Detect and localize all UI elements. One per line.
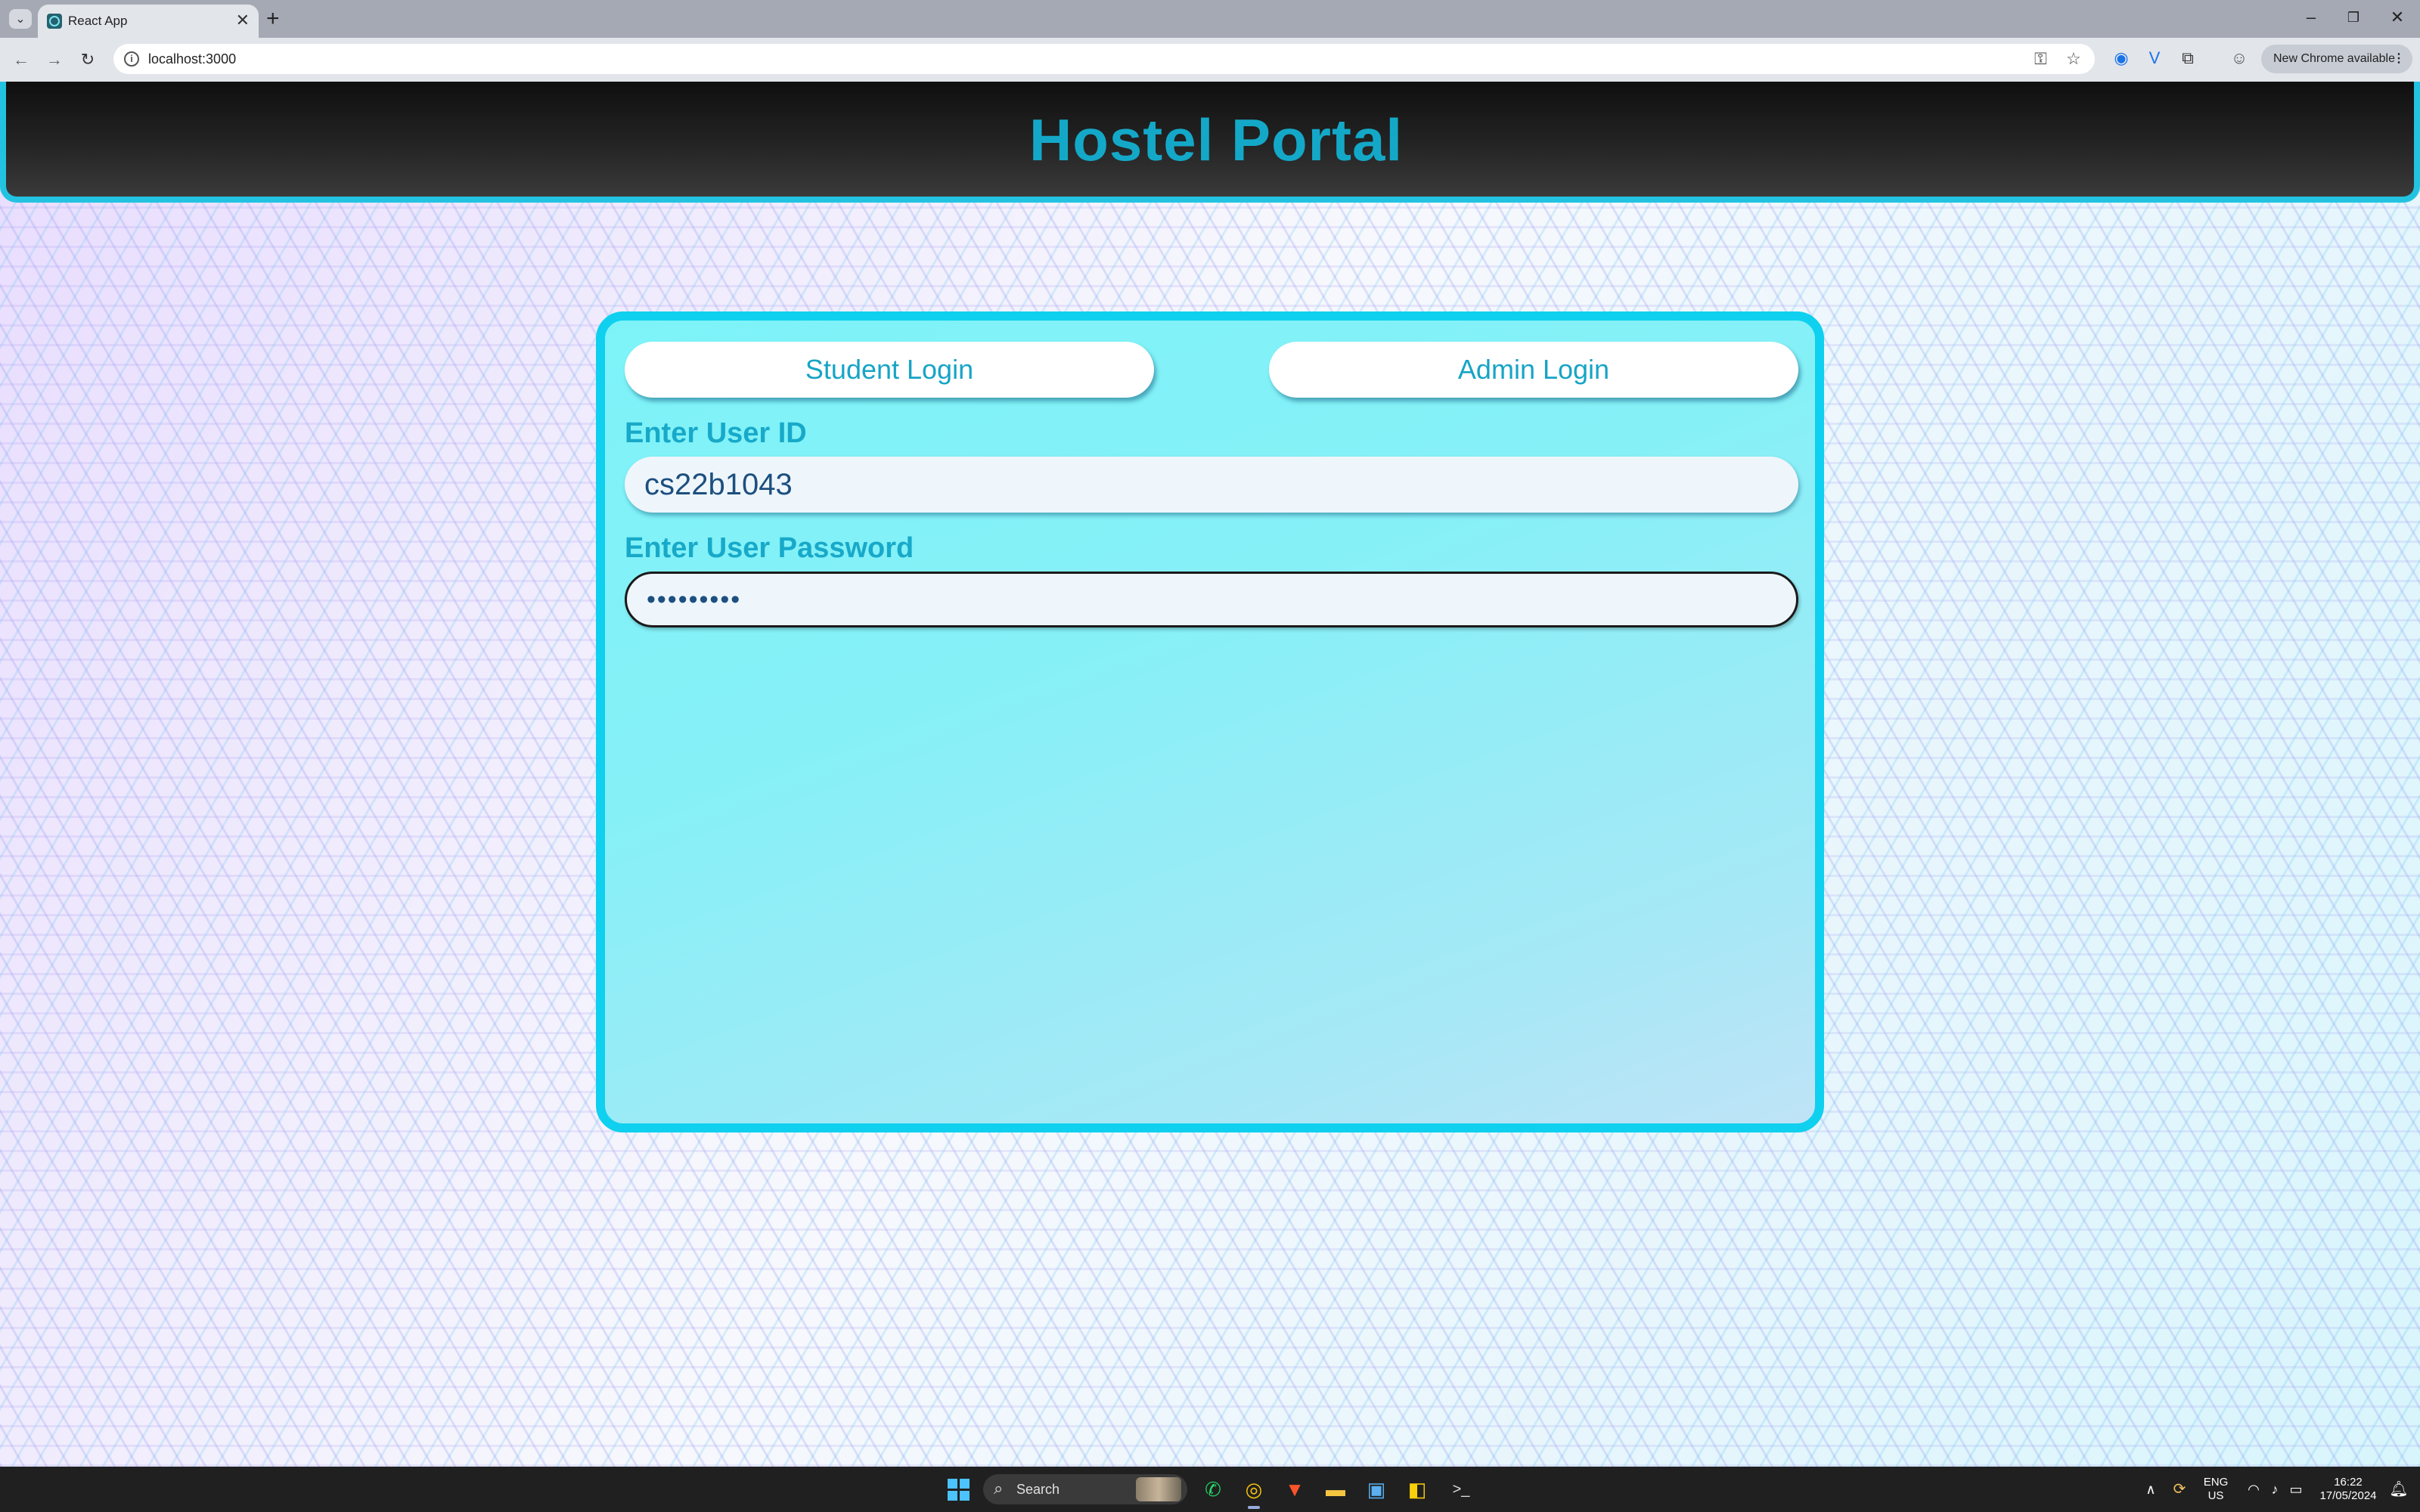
language-code: ENG	[2203, 1476, 2229, 1489]
taskbar-search-label: Search	[1016, 1482, 1060, 1497]
battery-icon[interactable]: ▭	[2281, 1474, 2311, 1504]
taskbar-search[interactable]: ⌕ Search	[983, 1474, 1187, 1504]
password-key-icon[interactable]: ⚿	[2034, 50, 2047, 68]
notifications-bell-icon[interactable]: 🔔︎	[2384, 1474, 2414, 1504]
extensions-puzzle-icon[interactable]: ⧉	[2176, 47, 2199, 70]
chrome-icon[interactable]: ◎	[1239, 1474, 1269, 1504]
tab-title: React App	[68, 14, 128, 28]
region-code: US	[2207, 1489, 2224, 1502]
app-header: Hostel Portal	[0, 82, 2420, 203]
sync-icon[interactable]: ⟳	[2164, 1474, 2195, 1504]
clock-time: 16:22	[2334, 1476, 2363, 1489]
react-favicon-icon	[47, 14, 62, 29]
file-explorer-icon[interactable]: ▬	[1320, 1474, 1351, 1504]
reload-icon[interactable]: ↻	[76, 48, 100, 72]
whatsapp-icon[interactable]: ✆	[1198, 1474, 1228, 1504]
tray-chevron-icon[interactable]: ∧	[2136, 1474, 2166, 1504]
userid-label: Enter User ID	[625, 417, 807, 449]
bookmark-star-icon[interactable]: ☆	[2066, 50, 2081, 68]
search-highlight-icon	[1136, 1477, 1181, 1501]
terminal-icon[interactable]: >_	[1446, 1474, 1476, 1504]
admin-login-button[interactable]: Admin Login	[1269, 342, 1798, 398]
search-icon: ⌕	[994, 1479, 1004, 1498]
site-info-icon[interactable]: i	[124, 51, 139, 67]
password-input[interactable]	[625, 572, 1798, 627]
forward-arrow-icon[interactable]: →	[42, 48, 67, 72]
login-card: Student Login Admin Login Enter User ID …	[596, 311, 1824, 1132]
store-icon[interactable]: ▣	[1361, 1474, 1392, 1504]
minimize-icon[interactable]: –	[2296, 6, 2326, 29]
windows-start-icon[interactable]	[942, 1474, 973, 1504]
tab-close-icon[interactable]: ✕	[236, 11, 250, 29]
address-bar[interactable]: i localhost:3000 ⚿ ☆	[113, 44, 2095, 74]
menu-dots-icon: ⋮	[2393, 52, 2405, 65]
extension-v-icon[interactable]: V	[2143, 47, 2166, 70]
back-arrow-icon[interactable]: ←	[9, 48, 33, 72]
browser-tab[interactable]: React App ✕	[38, 5, 259, 38]
page-viewport: Hostel Portal Student Login Admin Login …	[0, 82, 2420, 1467]
input-language[interactable]: ENG US	[2201, 1476, 2231, 1503]
browser-tabstrip: ⌄ React App ✕ + – ❐ ✕	[0, 0, 2420, 38]
update-label: New Chrome available	[2273, 52, 2395, 65]
clock-date: 17/05/2024	[2319, 1489, 2377, 1502]
chrome-update-button[interactable]: New Chrome available ⋮	[2261, 45, 2412, 73]
sticky-notes-icon[interactable]: ◧	[1402, 1474, 1432, 1504]
userid-input[interactable]	[625, 457, 1798, 513]
window-close-icon[interactable]: ✕	[2382, 6, 2412, 29]
chrome-running-indicator	[1248, 1506, 1260, 1509]
url-text: localhost:3000	[148, 51, 237, 67]
os-taskbar: ⌕ Search ✆ ◎ ▼ ▬ ▣ ◧ >_ ∧ ⟳ ENG US ◠ ♪ ▭…	[0, 1467, 2420, 1512]
restore-icon[interactable]: ❐	[2338, 6, 2369, 29]
page-title: Hostel Portal	[1028, 107, 1404, 173]
password-label: Enter User Password	[625, 532, 914, 564]
brave-icon[interactable]: ▼	[1280, 1474, 1310, 1504]
student-login-button[interactable]: Student Login	[625, 342, 1154, 398]
clock[interactable]: 16:22 17/05/2024	[2314, 1476, 2382, 1503]
profile-avatar-icon[interactable]: ☺	[2228, 47, 2251, 70]
new-tab-icon[interactable]: +	[266, 6, 280, 32]
browser-toolbar: ← → ↻ i localhost:3000 ⚿ ☆	[0, 38, 2420, 82]
tab-search-icon[interactable]: ⌄	[9, 9, 32, 29]
extension-icon[interactable]: ◉	[2110, 47, 2133, 70]
